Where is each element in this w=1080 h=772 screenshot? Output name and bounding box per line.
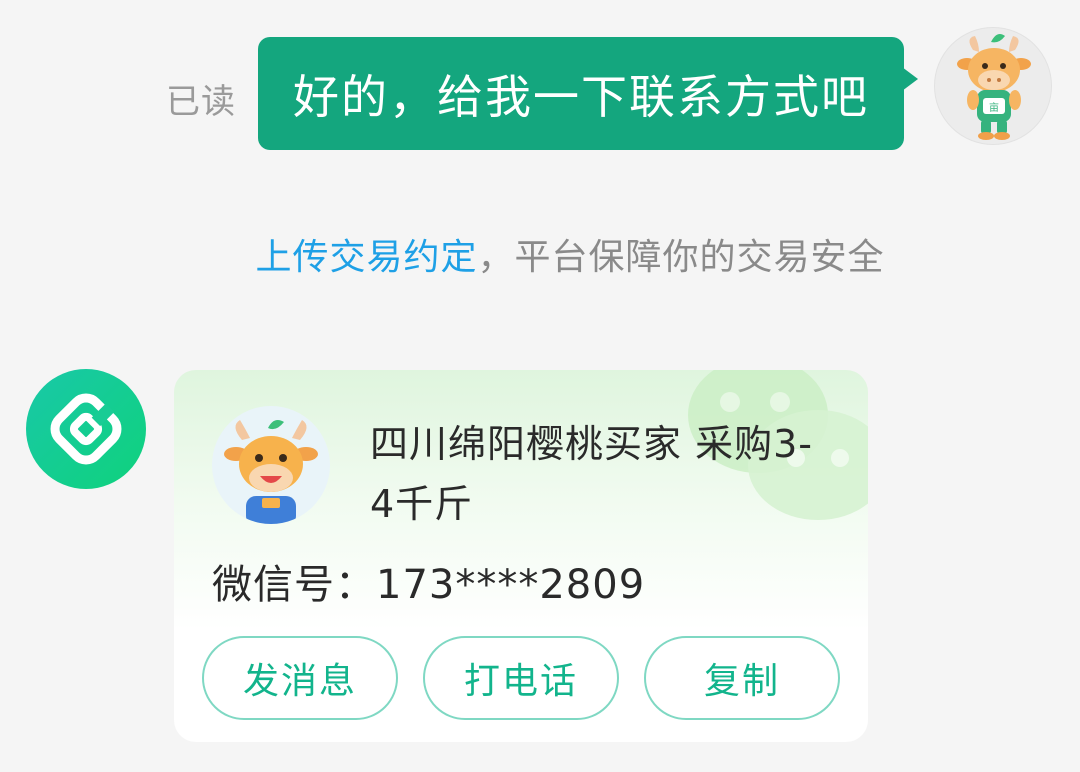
- wechat-id-line: 微信号：173****2809: [212, 552, 645, 610]
- upload-agreement-link[interactable]: 上传交易约定: [255, 237, 477, 278]
- svg-text:亩: 亩: [989, 101, 999, 114]
- contact-card[interactable]: 四川绵阳樱桃买家 采购3-4千斤 微信号：173****2809 发消息 打电话…: [174, 370, 868, 742]
- bubble-tail: [902, 67, 918, 91]
- platform-logo-icon: [50, 393, 122, 465]
- trade-agreement-notice: 上传交易约定，平台保障你的交易安全: [0, 228, 1080, 280]
- wechat-id-value: 173****2809: [376, 562, 646, 608]
- read-status: 已读: [166, 82, 236, 122]
- buyer-avatar[interactable]: [212, 406, 330, 524]
- cow-mascot-avatar-icon: [224, 420, 318, 524]
- notice-text: ，平台保障你的交易安全: [477, 237, 885, 278]
- card-actions: 发消息 打电话 复制: [202, 636, 840, 720]
- copy-button[interactable]: 复制: [644, 636, 840, 720]
- chat-screen: 已读 好的，给我一下联系方式吧 亩 上传交易约定，平台保障你的交易安全 四川绵阳…: [0, 0, 1080, 772]
- call-button[interactable]: 打电话: [423, 636, 619, 720]
- cow-mascot-avatar-icon: 亩: [957, 34, 1031, 140]
- wechat-label: 微信号：: [212, 562, 376, 608]
- platform-avatar[interactable]: [26, 369, 146, 489]
- buyer-request-title: 四川绵阳樱桃买家 采购3-4千斤: [370, 422, 813, 526]
- outgoing-message-bubble[interactable]: 好的，给我一下联系方式吧: [258, 37, 918, 150]
- outgoing-message-text: 好的，给我一下联系方式吧: [293, 69, 869, 124]
- send-message-button[interactable]: 发消息: [202, 636, 398, 720]
- self-avatar[interactable]: 亩: [934, 27, 1052, 145]
